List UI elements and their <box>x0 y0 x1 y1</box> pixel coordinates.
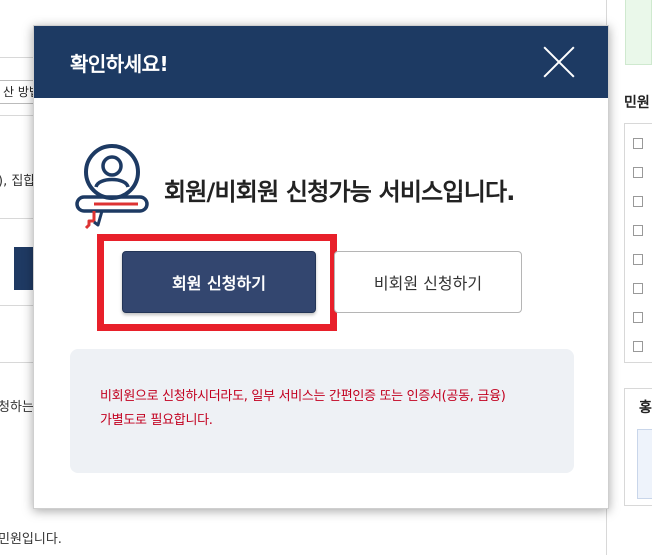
dialog-header: 확인하세요! <box>34 26 608 98</box>
document-icon[interactable] <box>633 312 643 323</box>
background-button[interactable] <box>14 247 34 290</box>
document-icon[interactable] <box>633 341 643 352</box>
document-icon[interactable] <box>633 138 643 149</box>
member-apply-button[interactable]: 회원 신청하기 <box>122 251 316 313</box>
divider <box>0 115 35 116</box>
dialog-title: 확인하세요! <box>70 52 169 76</box>
sidebar-title: 민원 <box>624 95 650 111</box>
document-icon[interactable] <box>633 254 643 265</box>
notice-box: 비회원으로 신청하시더라도, 일부 서비스는 간편인증 또는 인증서(공동, 금… <box>70 349 574 473</box>
background-text: 청하는 <box>0 400 34 415</box>
side-panel <box>625 0 652 65</box>
background-text: ), 집합 <box>0 174 36 189</box>
document-icon[interactable] <box>633 167 643 178</box>
sidebar-promo-title: 홍 <box>639 400 652 416</box>
promo-thumbnail[interactable] <box>637 429 652 499</box>
guest-apply-button[interactable]: 비회원 신청하기 <box>334 251 522 313</box>
sidebar-list <box>624 123 652 363</box>
document-icon[interactable] <box>633 196 643 207</box>
close-icon[interactable] <box>542 45 576 79</box>
sidebar-promo-box: 홍 <box>624 388 652 506</box>
divider <box>0 305 35 306</box>
notice-line: 비회원으로 신청하시더라도, 일부 서비스는 간편인증 또는 인증서(공동, 금… <box>100 389 506 404</box>
divider <box>0 218 35 219</box>
divider <box>0 57 35 58</box>
background-select[interactable]: 산 방법 <box>0 80 36 104</box>
document-icon[interactable] <box>633 283 643 294</box>
notice-text: 비회원으로 신청하시더라도, 일부 서비스는 간편인증 또는 인증서(공동, 금… <box>100 385 560 433</box>
document-icon[interactable] <box>633 225 643 236</box>
background-text: 민원입니다. <box>0 532 62 547</box>
service-headline: 회원/비회원 신청가능 서비스입니다. <box>164 178 515 206</box>
notice-line: 가별도로 필요합니다. <box>100 413 213 428</box>
member-service-icon <box>75 144 149 230</box>
confirm-dialog: 확인하세요! 회원/비회원 신청가능 서비스입니다. 회원 신청하기 비회원 신… <box>33 25 609 509</box>
divider <box>0 362 35 363</box>
